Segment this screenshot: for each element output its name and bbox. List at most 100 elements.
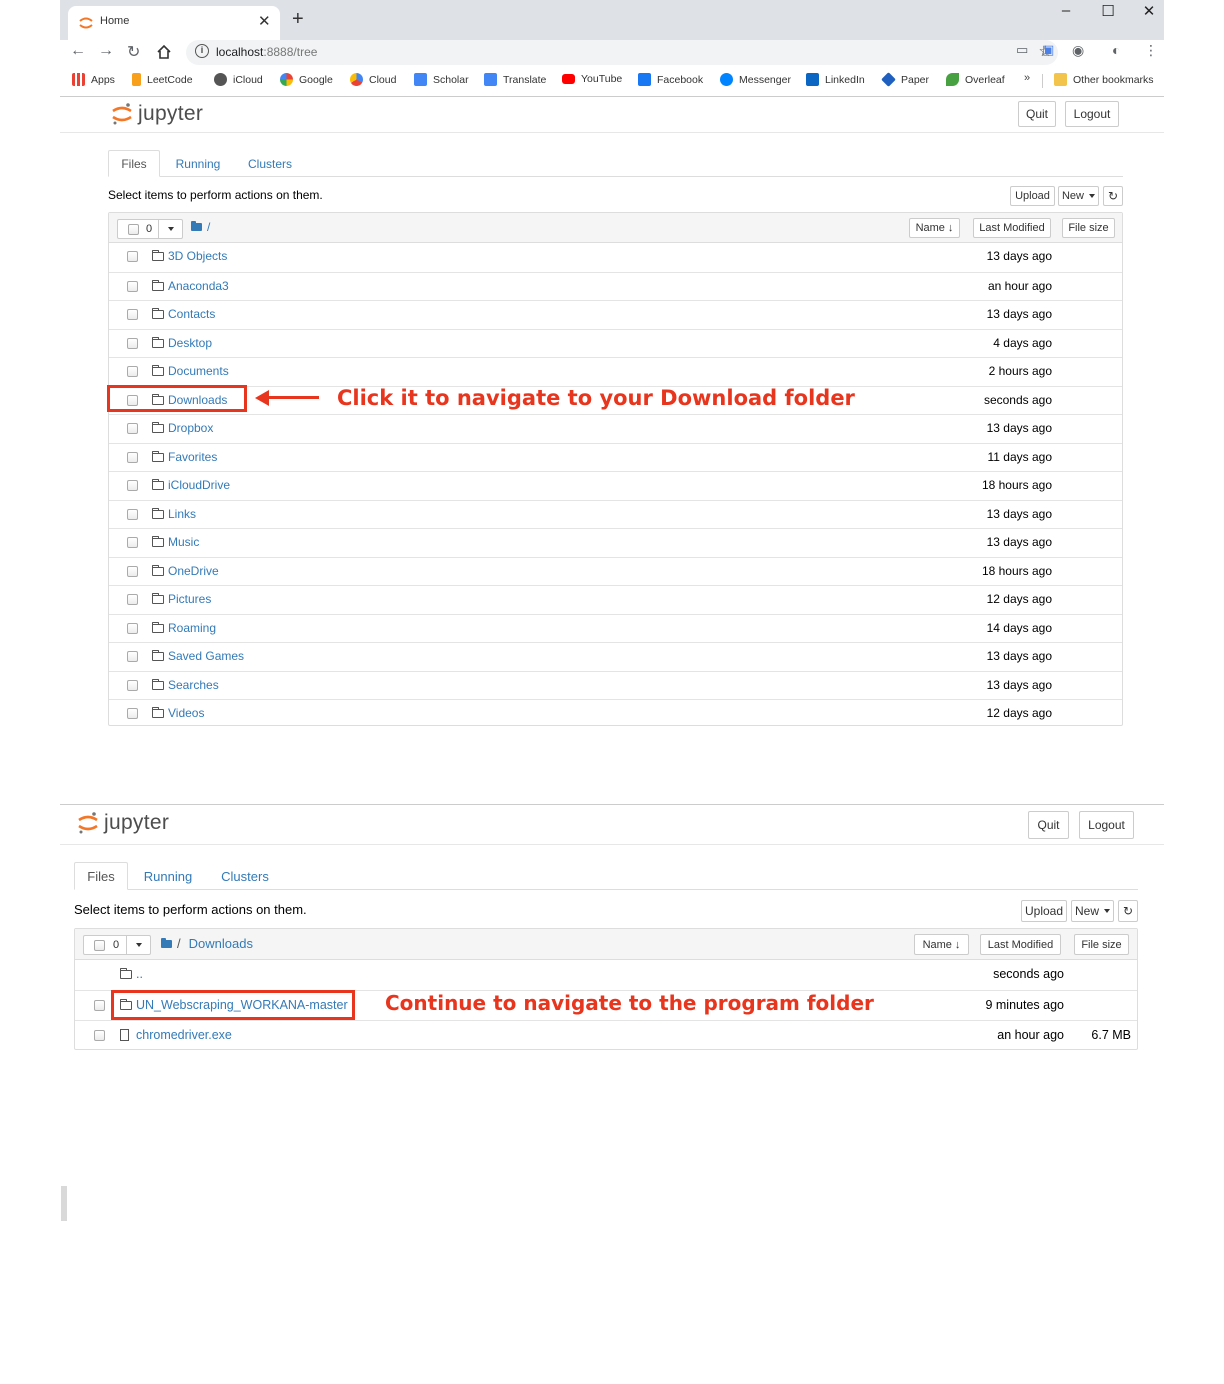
- item-link[interactable]: Documents: [168, 364, 229, 378]
- forward-icon[interactable]: →: [98, 42, 114, 60]
- logout-button[interactable]: Logout: [1065, 101, 1119, 127]
- row-checkbox[interactable]: [127, 708, 138, 720]
- item-link[interactable]: Desktop: [168, 336, 212, 350]
- logout-button-2[interactable]: Logout: [1079, 811, 1134, 839]
- row-checkbox[interactable]: [127, 423, 138, 435]
- site-info-icon[interactable]: i: [195, 44, 209, 58]
- refresh-button[interactable]: ↻: [1103, 186, 1123, 206]
- tab-running-2[interactable]: Running: [136, 862, 200, 890]
- quit-button-2[interactable]: Quit: [1028, 811, 1069, 839]
- item-link[interactable]: OneDrive: [168, 564, 219, 578]
- item-link[interactable]: Contacts: [168, 307, 215, 321]
- item-link[interactable]: Links: [168, 507, 196, 521]
- home-icon[interactable]: [156, 44, 172, 60]
- select-all-dropdown-2[interactable]: 0: [83, 935, 151, 955]
- table-row[interactable]: OneDrive 18 hours ago: [109, 556, 1122, 586]
- table-row[interactable]: chromedriver.exe an hour ago 6.7 MB: [75, 1020, 1137, 1050]
- upload-button-2[interactable]: Upload: [1021, 900, 1067, 922]
- breadcrumb-downloads[interactable]: Downloads: [189, 936, 253, 951]
- bookmark-apps[interactable]: Apps: [72, 73, 115, 86]
- select-all-checkbox[interactable]: [128, 224, 139, 235]
- select-menu-toggle[interactable]: [158, 220, 182, 238]
- bookmark-youtube[interactable]: YouTube: [562, 73, 622, 85]
- item-link[interactable]: Anaconda3: [168, 279, 229, 293]
- browser-tab-home[interactable]: Home ✕: [68, 6, 280, 40]
- jupyter-logo-2[interactable]: jupyter: [78, 811, 169, 835]
- select-all-checkbox[interactable]: [94, 940, 105, 951]
- row-checkbox[interactable]: [127, 651, 138, 663]
- item-link[interactable]: Pictures: [168, 592, 211, 606]
- item-link[interactable]: Roaming: [168, 621, 216, 635]
- translate-extension-icon[interactable]: ▣: [1042, 42, 1054, 58]
- row-checkbox[interactable]: [127, 537, 138, 549]
- bookmark-other[interactable]: Other bookmarks: [1054, 73, 1154, 86]
- item-link[interactable]: Music: [168, 535, 199, 549]
- tab-files-2[interactable]: Files: [74, 862, 128, 890]
- sort-by-name-button-2[interactable]: Name ↓: [914, 934, 969, 955]
- sort-by-size-button-2[interactable]: File size: [1074, 934, 1129, 955]
- sort-by-modified-button-2[interactable]: Last Modified: [980, 934, 1061, 955]
- tab-running[interactable]: Running: [168, 150, 228, 177]
- menu-icon[interactable]: ⋮: [1144, 42, 1158, 59]
- extension-icon[interactable]: ◉: [1072, 42, 1084, 59]
- bookmark-linkedin[interactable]: LinkedIn: [806, 73, 865, 86]
- tab-files[interactable]: Files: [108, 150, 160, 177]
- table-row[interactable]: .. seconds ago: [75, 960, 1137, 990]
- table-row[interactable]: Documents 2 hours ago: [109, 357, 1122, 386]
- item-link[interactable]: Favorites: [168, 450, 217, 464]
- table-row[interactable]: Anaconda3 an hour ago: [109, 271, 1122, 301]
- bookmark-facebook[interactable]: Facebook: [638, 73, 703, 86]
- table-row[interactable]: Pictures 12 days ago: [109, 585, 1122, 614]
- new-tab-icon[interactable]: +: [292, 8, 304, 31]
- table-row[interactable]: Saved Games 13 days ago: [109, 642, 1122, 671]
- bookmark-translate[interactable]: Translate: [484, 73, 546, 86]
- bookmark-scholar[interactable]: Scholar: [414, 73, 469, 86]
- table-row[interactable]: Music 13 days ago: [109, 528, 1122, 557]
- row-checkbox[interactable]: [94, 1030, 105, 1041]
- row-checkbox[interactable]: [127, 480, 138, 492]
- address-bar[interactable]: i localhost:8888/tree ☆: [186, 40, 1058, 65]
- sort-by-size-button[interactable]: File size: [1062, 218, 1115, 238]
- item-link[interactable]: Dropbox: [168, 421, 213, 435]
- item-link[interactable]: Videos: [168, 706, 204, 720]
- refresh-button-2[interactable]: ↻: [1118, 900, 1138, 922]
- new-dropdown-button[interactable]: New: [1058, 186, 1099, 206]
- row-checkbox[interactable]: [94, 1000, 105, 1011]
- quit-button[interactable]: Quit: [1018, 101, 1056, 127]
- bookmark-paper[interactable]: Paper: [881, 72, 929, 87]
- table-row[interactable]: Videos 12 days ago: [109, 699, 1122, 728]
- maximize-icon[interactable]: ☐: [1098, 2, 1118, 20]
- row-checkbox[interactable]: [127, 622, 138, 634]
- item-link[interactable]: ..: [136, 967, 143, 981]
- bookmark-overleaf[interactable]: Overleaf: [946, 73, 1005, 86]
- minimize-icon[interactable]: –: [1056, 2, 1076, 19]
- bookmark-icloud[interactable]: iCloud: [214, 73, 263, 86]
- reader-icon[interactable]: ▭: [1016, 42, 1028, 58]
- table-row[interactable]: Desktop 4 days ago: [109, 328, 1122, 358]
- row-checkbox[interactable]: [127, 679, 138, 691]
- profile-icon[interactable]: ◐: [1112, 42, 1120, 58]
- new-dropdown-button-2[interactable]: New: [1071, 900, 1114, 922]
- row-checkbox[interactable]: [127, 251, 138, 263]
- upload-button[interactable]: Upload: [1010, 186, 1055, 206]
- table-row[interactable]: Dropbox 13 days ago: [109, 414, 1122, 443]
- table-row[interactable]: Links 13 days ago: [109, 499, 1122, 529]
- row-checkbox[interactable]: [127, 366, 138, 378]
- table-row[interactable]: Searches 13 days ago: [109, 670, 1122, 700]
- bookmark-leetcode[interactable]: LeetCode: [132, 73, 193, 86]
- tab-clusters-2[interactable]: Clusters: [212, 862, 278, 890]
- row-checkbox[interactable]: [127, 451, 138, 463]
- select-all-dropdown[interactable]: 0: [117, 219, 183, 239]
- reload-icon[interactable]: ↻: [127, 42, 140, 62]
- jupyter-logo[interactable]: jupyter: [112, 102, 203, 126]
- row-checkbox[interactable]: [127, 309, 138, 321]
- row-checkbox[interactable]: [127, 594, 138, 606]
- table-row[interactable]: Roaming 14 days ago: [109, 613, 1122, 643]
- sort-by-modified-button[interactable]: Last Modified: [973, 218, 1051, 238]
- back-icon[interactable]: ←: [70, 42, 86, 60]
- item-link[interactable]: Searches: [168, 678, 219, 692]
- bookmark-messenger[interactable]: Messenger: [720, 73, 791, 86]
- folder-solid-icon[interactable]: [191, 221, 202, 231]
- sort-by-name-button[interactable]: Name ↓: [909, 218, 960, 238]
- table-row[interactable]: 3D Objects 13 days ago: [109, 243, 1122, 272]
